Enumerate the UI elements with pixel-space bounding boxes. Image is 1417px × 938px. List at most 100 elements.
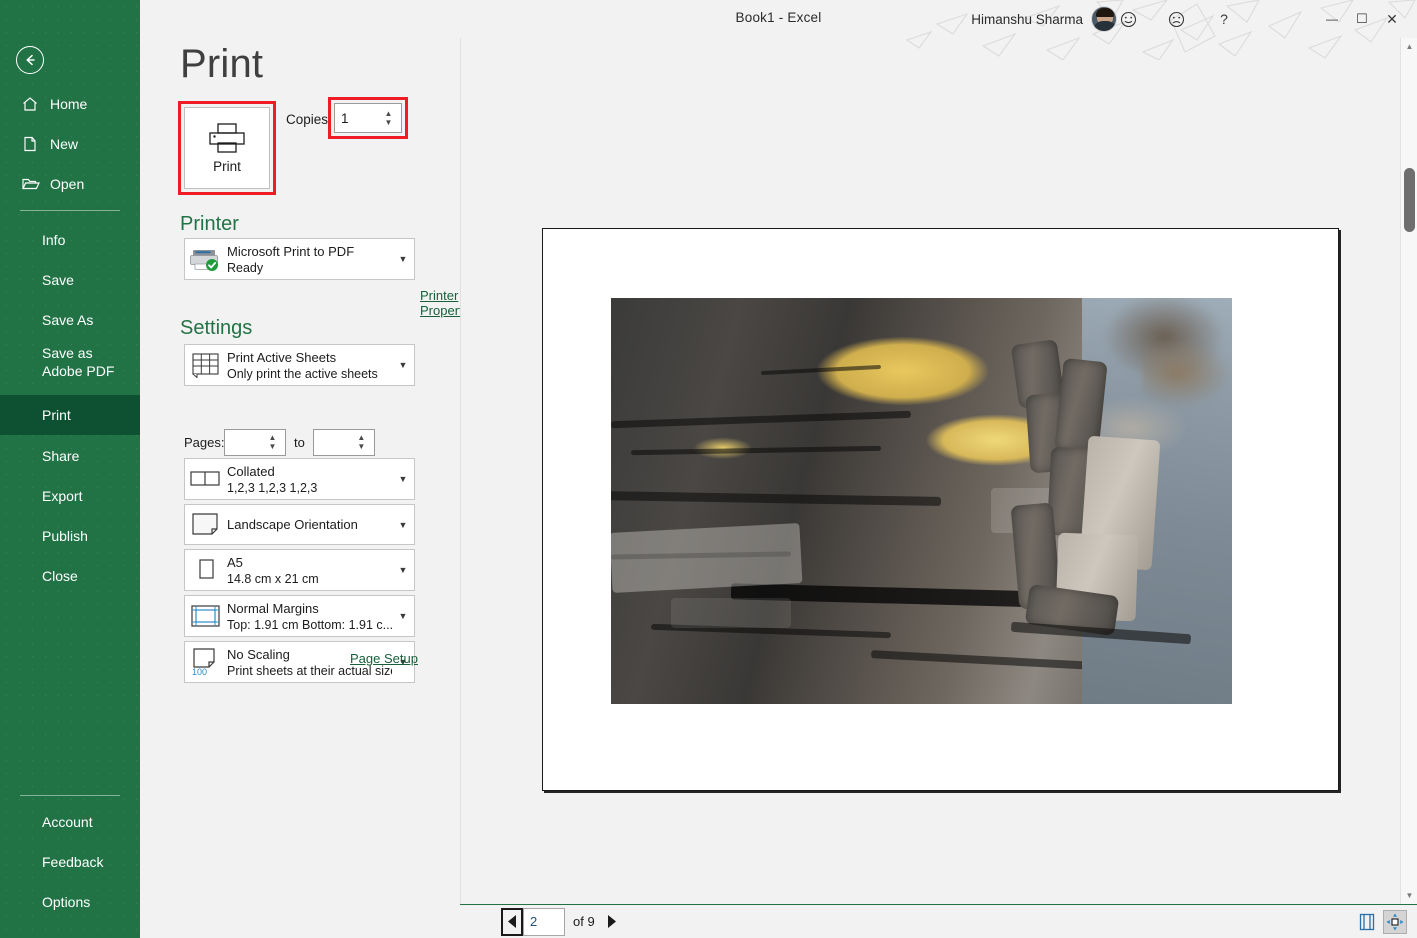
sidebar-item-account[interactable]: Account [0, 802, 140, 842]
spinner-down-icon[interactable]: ▼ [269, 444, 277, 450]
setting-line1: Print Active Sheets [227, 350, 392, 365]
margins-select[interactable]: Normal Margins Top: 1.91 cm Bottom: 1.91… [184, 595, 415, 637]
sidebar-item-label: Options [42, 894, 90, 910]
sidebar-item-home[interactable]: Home [0, 84, 140, 124]
sidebar-item-label: Publish [42, 528, 88, 544]
chevron-down-icon[interactable]: ▼ [392, 360, 414, 370]
sidebar-item-label: Print [42, 407, 71, 423]
chevron-down-icon[interactable]: ▼ [392, 565, 414, 575]
page-navigation: of 9 [501, 908, 621, 936]
sidebar-item-close[interactable]: Close [0, 556, 140, 596]
sidebar-item-label: Feedback [42, 854, 103, 870]
home-icon [20, 94, 40, 114]
zoom-to-page-button[interactable] [1383, 910, 1407, 934]
preview-page [542, 228, 1339, 791]
minimize-button[interactable]: — [1317, 4, 1347, 34]
close-button[interactable]: ✕ [1377, 4, 1407, 34]
window-controls: — ☐ ✕ [1317, 4, 1407, 34]
print-sheets-icon [185, 352, 227, 378]
spinner-down-icon[interactable]: ▼ [357, 444, 365, 450]
scaling-icon: 100 [185, 648, 227, 676]
current-page-wrapper[interactable] [523, 908, 565, 936]
sidebar-item-options[interactable]: Options [0, 882, 140, 922]
backstage-sidebar: Home New Open Info Save Save As Save as … [0, 0, 140, 938]
sidebar-item-label: Save As [42, 312, 93, 328]
scrollbar-thumb[interactable] [1404, 168, 1415, 232]
pages-to-spinner[interactable]: ▲ ▼ [354, 435, 369, 450]
sidebar-divider-top [20, 210, 120, 211]
orientation-select[interactable]: Landscape Orientation ▼ [184, 504, 415, 545]
preview-status-bar: of 9 [460, 904, 1417, 938]
setting-line2: Only print the active sheets [227, 367, 392, 381]
sidebar-item-open[interactable]: Open [0, 164, 140, 204]
pages-to-wrapper[interactable]: ▲ ▼ [313, 429, 375, 456]
previous-page-button[interactable] [501, 908, 523, 936]
help-button[interactable]: ? [1209, 4, 1239, 34]
orientation-icon [185, 512, 227, 538]
printer-select[interactable]: Microsoft Print to PDF Ready ▼ [184, 238, 415, 280]
sidebar-item-print[interactable]: Print [0, 395, 140, 435]
copies-input[interactable] [335, 104, 381, 132]
copies-spinner[interactable]: ▲ ▼ [381, 111, 396, 126]
sidebar-item-info[interactable]: Info [0, 220, 140, 260]
print-settings-pane: Print Print Copies: ▲ ▼ Printer [140, 38, 460, 938]
show-margins-button[interactable] [1355, 910, 1379, 934]
setting-line2: 14.8 cm x 21 cm [227, 572, 392, 586]
printer-name: Microsoft Print to PDF [227, 244, 392, 259]
open-folder-icon [20, 174, 40, 194]
smiley-face-icon[interactable] [1113, 4, 1143, 34]
scroll-up-icon[interactable]: ▲ [1401, 38, 1417, 55]
print-what-select[interactable]: Print Active Sheets Only print the activ… [184, 344, 415, 386]
chevron-down-icon[interactable]: ▼ [392, 520, 414, 530]
print-button[interactable]: Print [184, 107, 270, 189]
sidebar-divider-bottom [20, 795, 120, 796]
paper-size-select[interactable]: A5 14.8 cm x 21 cm ▼ [184, 549, 415, 591]
feedback-icons-group: ? [1113, 4, 1239, 34]
sidebar-item-feedback[interactable]: Feedback [0, 842, 140, 882]
sidebar-item-label: Home [50, 96, 87, 112]
page-setup-link[interactable]: Page Setup [350, 651, 418, 666]
show-margins-icon [1358, 913, 1376, 931]
sidebar-item-label: Share [42, 448, 79, 464]
sidebar-item-label: Save [42, 272, 74, 288]
new-document-icon [20, 134, 40, 154]
sidebar-item-save-as[interactable]: Save As [0, 300, 140, 340]
sidebar-item-label: Open [50, 176, 84, 192]
spinner-down-icon[interactable]: ▼ [385, 120, 393, 126]
copies-label: Copies: [286, 112, 332, 127]
pages-from-wrapper[interactable]: ▲ ▼ [224, 429, 286, 456]
frowning-face-icon[interactable] [1161, 4, 1191, 34]
collation-select[interactable]: Collated 1,2,3 1,2,3 1,2,3 ▼ [184, 458, 415, 500]
spinner-up-icon[interactable]: ▲ [385, 111, 393, 117]
current-page-input[interactable] [524, 909, 564, 935]
account-area[interactable]: Himanshu Sharma [971, 6, 1117, 32]
spinner-up-icon[interactable]: ▲ [269, 435, 277, 441]
setting-line1: Collated [227, 464, 392, 479]
page-title: Print [180, 42, 263, 87]
sidebar-item-save[interactable]: Save [0, 260, 140, 300]
pages-range-row: Pages: ▲ ▼ to ▲ ▼ [184, 428, 375, 456]
pages-to-label: to [294, 435, 305, 450]
sidebar-item-new[interactable]: New [0, 124, 140, 164]
copies-input-wrapper[interactable]: ▲ ▼ [334, 103, 402, 133]
pages-from-spinner[interactable]: ▲ ▼ [265, 435, 280, 450]
pages-to-input[interactable] [314, 430, 354, 455]
spinner-up-icon[interactable]: ▲ [357, 435, 365, 441]
chevron-down-icon[interactable]: ▼ [392, 474, 414, 484]
setting-line1: Normal Margins [227, 601, 392, 616]
sidebar-item-publish[interactable]: Publish [0, 516, 140, 556]
sidebar-item-save-as-adobe-pdf[interactable]: Save as Adobe PDF [0, 340, 140, 395]
sidebar-item-export[interactable]: Export [0, 476, 140, 516]
margins-icon [185, 603, 227, 629]
maximize-button[interactable]: ☐ [1347, 4, 1377, 34]
chevron-down-icon[interactable]: ▼ [392, 254, 414, 264]
pages-from-input[interactable] [225, 430, 265, 455]
next-page-button[interactable] [603, 910, 621, 934]
sidebar-item-label: New [50, 136, 78, 152]
chevron-down-icon[interactable]: ▼ [392, 611, 414, 621]
sidebar-item-share[interactable]: Share [0, 436, 140, 476]
copies-field-highlight: ▲ ▼ [328, 97, 408, 139]
scroll-down-icon[interactable]: ▼ [1401, 887, 1417, 904]
back-button[interactable] [16, 46, 44, 74]
preview-scrollbar[interactable]: ▲ ▼ [1400, 38, 1417, 904]
